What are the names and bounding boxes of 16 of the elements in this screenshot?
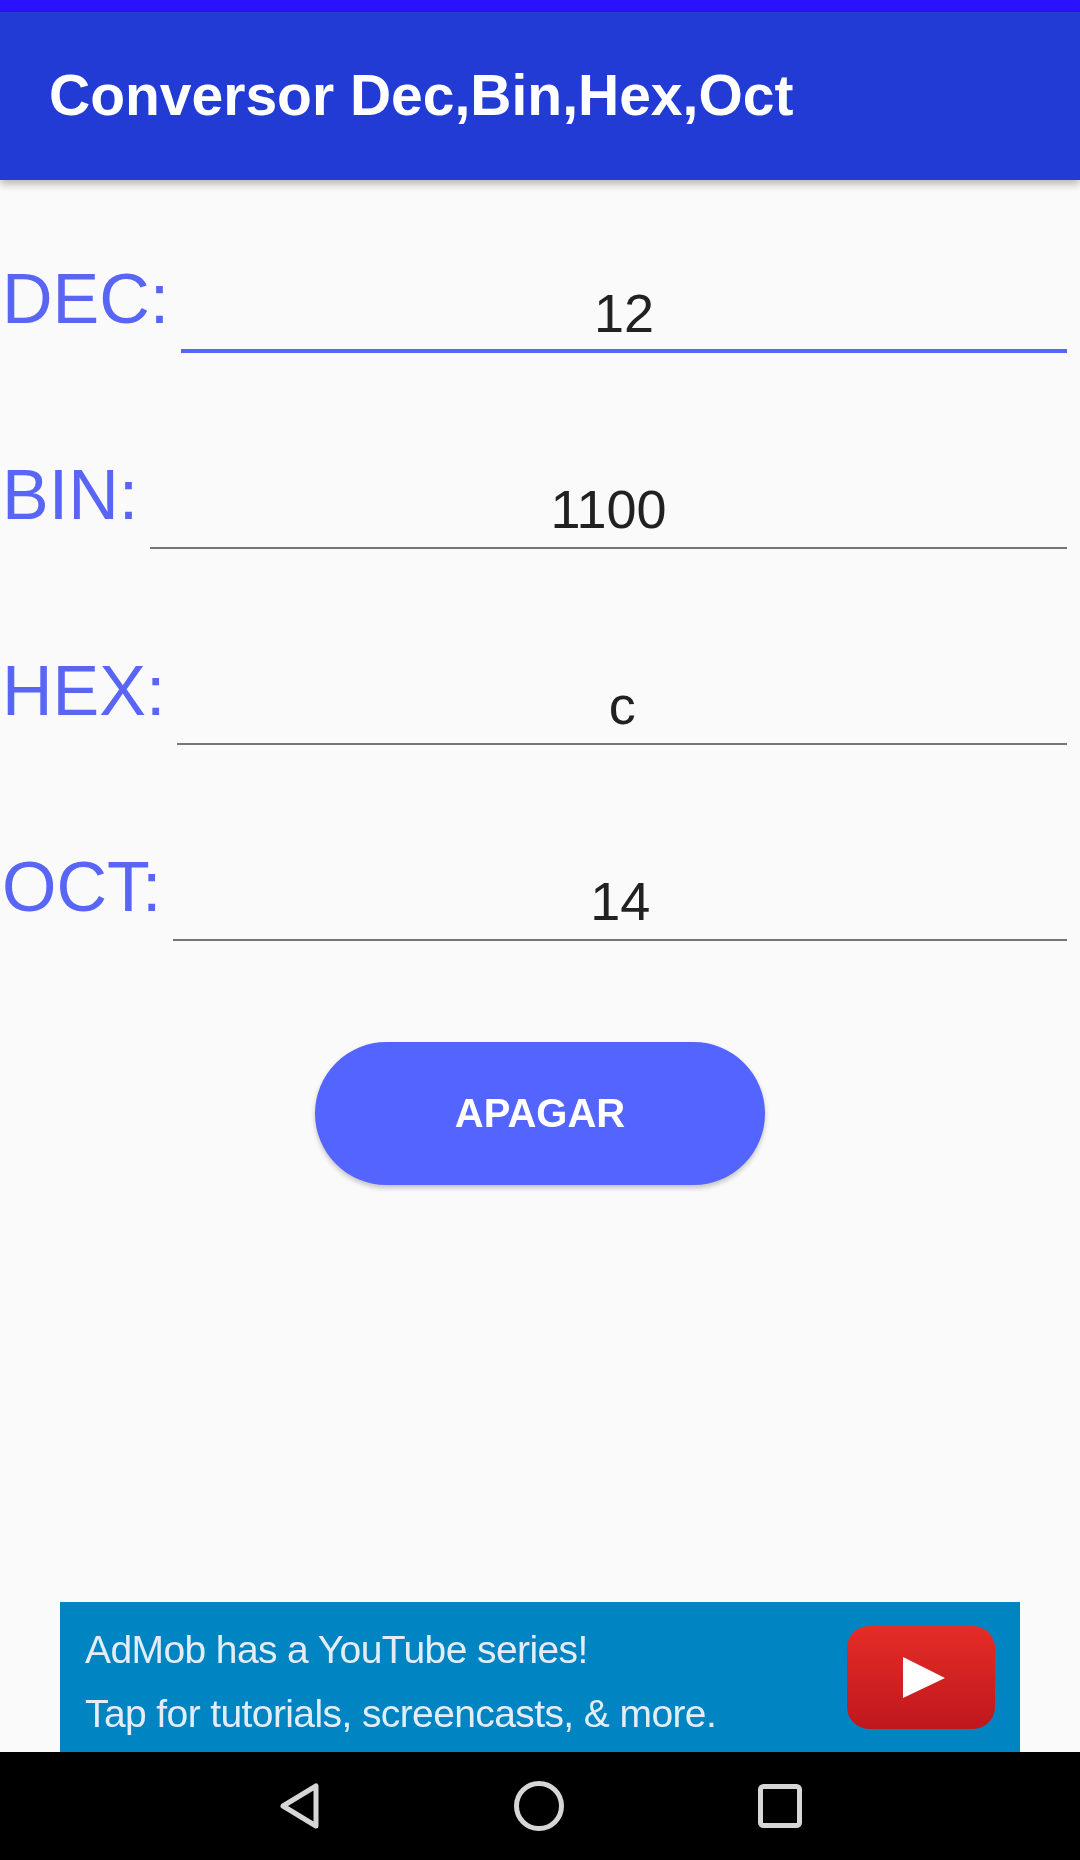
play-icon xyxy=(847,1625,995,1729)
field-label: BIN: xyxy=(1,460,139,530)
input-field[interactable]: 14 xyxy=(173,873,1067,941)
ad-text: AdMob has a YouTube series! xyxy=(85,1627,588,1673)
input-field[interactable]: 12 xyxy=(181,285,1067,353)
home-icon[interactable] xyxy=(513,1781,564,1831)
input-field[interactable]: c xyxy=(177,677,1067,745)
field-label: OCT: xyxy=(1,852,162,922)
clear-button[interactable]: APAGAR xyxy=(315,1042,765,1185)
input-field[interactable]: 1100 xyxy=(150,481,1067,549)
recent-apps-icon[interactable] xyxy=(757,1784,802,1828)
field-label: HEX: xyxy=(1,656,166,726)
field-label: DEC: xyxy=(1,264,170,334)
app-title: Conversor Dec,Bin,Hex,Oct xyxy=(49,63,794,129)
back-icon[interactable] xyxy=(278,1782,320,1830)
ad-text: Tap for tutorials, screencasts, & more. xyxy=(85,1691,717,1737)
